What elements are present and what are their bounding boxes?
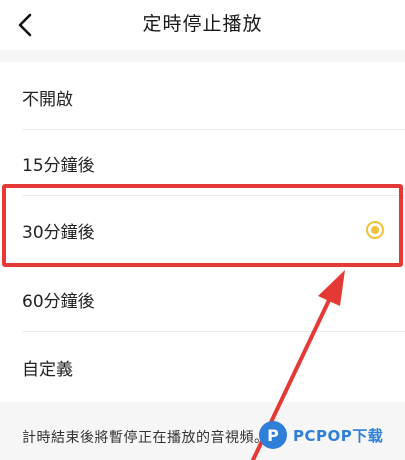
option-label: 60分鐘後 — [22, 291, 95, 312]
option-15-minutes[interactable]: 15分鐘後 — [0, 130, 405, 196]
footer-note: 計時結束後將暫停正在播放的音視頻。 — [22, 430, 269, 446]
watermark-text: PCPOP下载 — [293, 426, 384, 445]
option-off[interactable]: 不開啟 — [0, 64, 405, 130]
page-title: 定時停止播放 — [142, 13, 263, 35]
option-label: 自定義 — [22, 359, 73, 380]
option-label: 30分鐘後 — [22, 222, 95, 243]
radio-dot — [371, 226, 379, 234]
option-label: 不開啟 — [22, 89, 73, 110]
option-custom[interactable]: 自定義 — [0, 334, 405, 400]
option-label: 15分鐘後 — [22, 155, 95, 176]
divider — [22, 195, 405, 196]
radio-selected-icon — [366, 221, 384, 239]
header-separator — [0, 50, 405, 62]
option-60-minutes[interactable]: 60分鐘後 — [0, 266, 405, 332]
timer-settings-screen: 定時停止播放 不開啟 15分鐘後 30分鐘後 60分鐘後 自定義 計時結束後將暫… — [0, 0, 405, 460]
divider — [22, 331, 405, 332]
option-30-minutes[interactable]: 30分鐘後 — [0, 197, 405, 263]
watermark: P PCPOP下载 — [259, 418, 387, 452]
top-bar: 定時停止播放 — [0, 0, 405, 50]
watermark-logo: P — [259, 421, 287, 449]
